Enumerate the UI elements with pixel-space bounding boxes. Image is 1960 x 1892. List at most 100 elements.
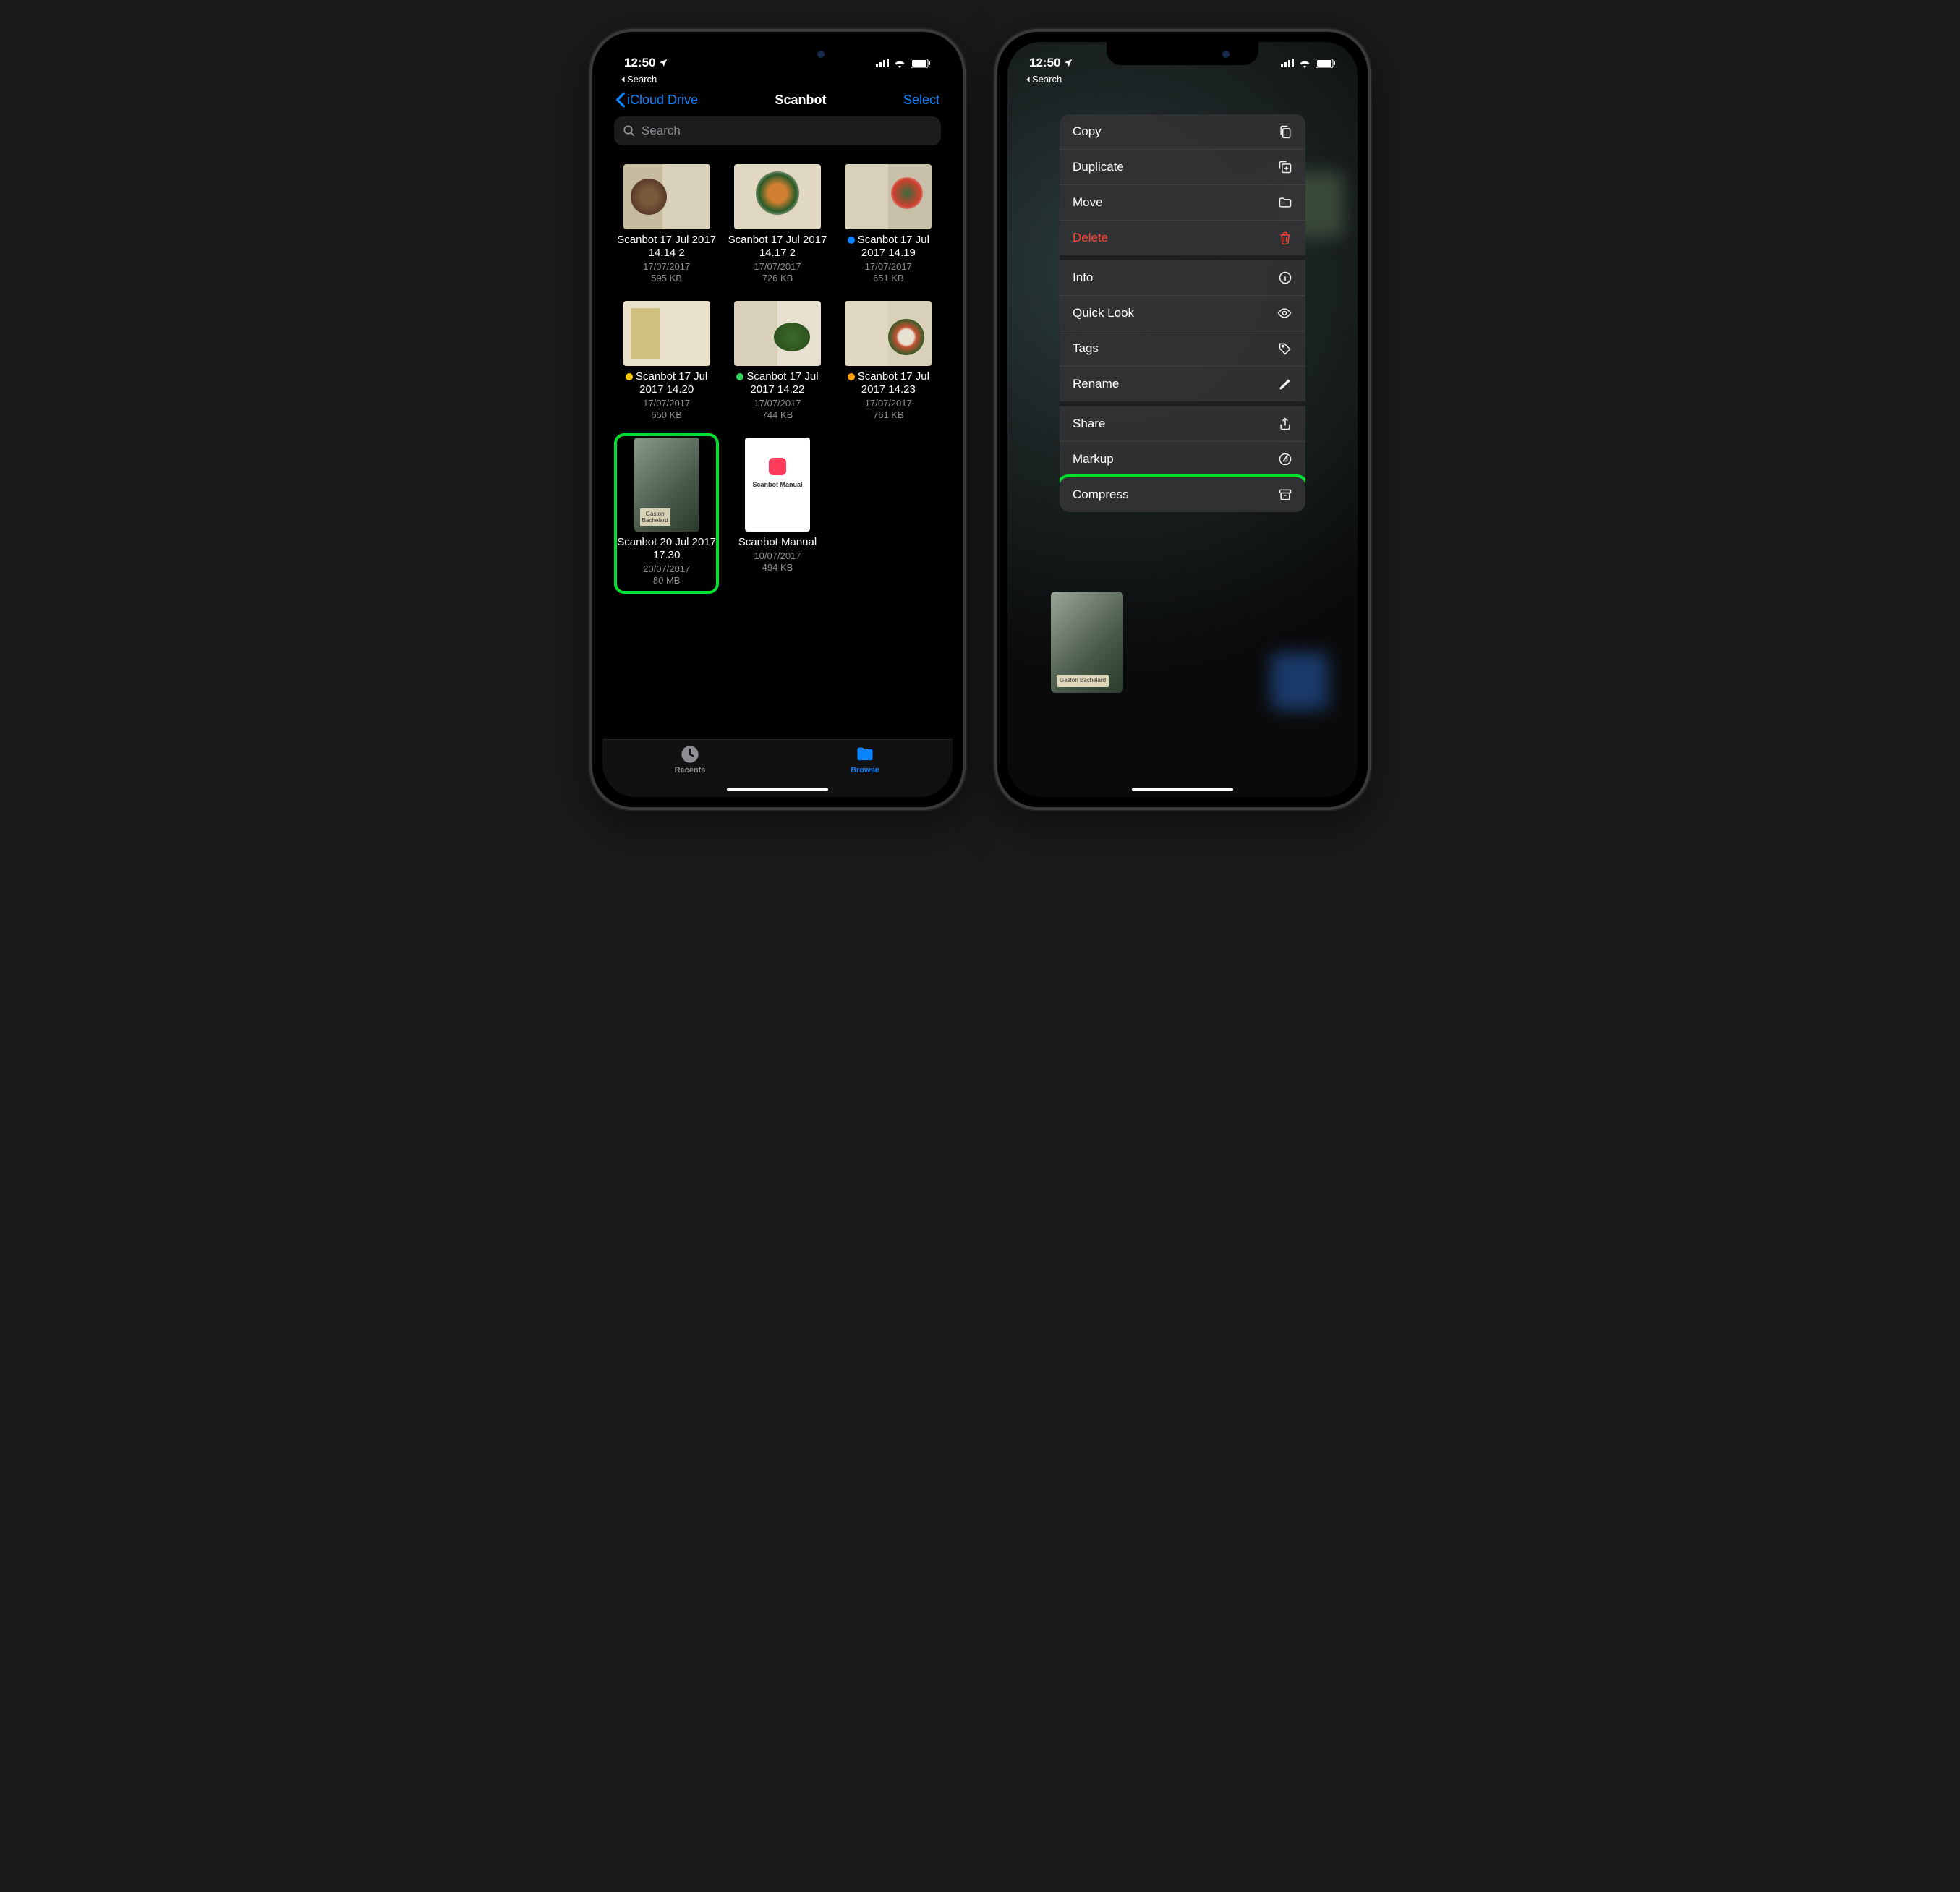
file-item[interactable]: Scanbot 17 Jul 2017 14.2017/07/2017650 K… [614, 297, 719, 427]
file-name: Scanbot 20 Jul 2017 17.30 [617, 536, 716, 562]
menu-item-compress[interactable]: Compress [1060, 477, 1305, 512]
menu-item-rename[interactable]: Rename [1060, 367, 1305, 406]
file-item[interactable]: Scanbot 20 Jul 2017 17.3020/07/201780 MB [614, 433, 719, 593]
home-indicator[interactable] [1132, 788, 1233, 791]
file-preview-thumbnail[interactable]: Gaston Bachelard [1051, 592, 1123, 693]
file-item[interactable]: Scanbot 17 Jul 2017 14.17 217/07/2017726… [725, 160, 830, 291]
duplicate-icon [1278, 160, 1292, 174]
pencil-icon [1278, 377, 1292, 391]
file-meta: 17/07/2017744 KB [754, 398, 801, 420]
location-icon [1063, 58, 1073, 68]
file-item[interactable]: Scanbot 17 Jul 2017 14.2317/07/2017761 K… [836, 297, 941, 427]
menu-item-move[interactable]: Move [1060, 185, 1305, 221]
file-thumbnail [845, 164, 932, 229]
file-meta: 17/07/2017650 KB [643, 398, 690, 420]
menu-item-label: Markup [1073, 452, 1114, 466]
folder-icon [855, 744, 875, 764]
back-to-app[interactable]: Search [1007, 74, 1358, 85]
screen: 12:50 Search iCloud Drive Scanbot Select [602, 42, 953, 797]
menu-item-label: Tags [1073, 341, 1099, 356]
back-app-label: Search [1032, 74, 1062, 85]
tag-dot-icon [848, 236, 855, 244]
search-placeholder: Search [642, 124, 681, 138]
search-input[interactable]: Search [614, 116, 941, 145]
file-name: Scanbot 17 Jul 2017 14.20 [615, 370, 717, 396]
wifi-icon [1298, 59, 1311, 68]
search-icon [623, 124, 636, 137]
menu-item-label: Info [1073, 270, 1093, 285]
nav-back[interactable]: iCloud Drive [615, 92, 698, 108]
chevron-left-icon [1025, 76, 1031, 83]
file-name: Scanbot 17 Jul 2017 14.22 [726, 370, 828, 396]
menu-item-label: Share [1073, 417, 1105, 431]
trash-icon [1278, 231, 1292, 245]
menu-item-label: Compress [1073, 487, 1128, 502]
tag-dot-icon [736, 373, 743, 380]
markup-icon [1278, 452, 1292, 466]
back-to-app[interactable]: Search [602, 74, 953, 85]
menu-item-label: Rename [1073, 377, 1119, 391]
clock-icon [680, 744, 700, 764]
file-item[interactable]: Scanbot 17 Jul 2017 14.2217/07/2017744 K… [725, 297, 830, 427]
menu-item-label: Delete [1073, 231, 1108, 245]
tab-browse-label: Browse [851, 766, 879, 775]
menu-item-markup[interactable]: Markup [1060, 442, 1305, 477]
tag-dot-icon [848, 373, 855, 380]
battery-icon [1316, 59, 1336, 68]
menu-item-info[interactable]: Info [1060, 260, 1305, 296]
menu-item-label: Copy [1073, 124, 1102, 139]
menu-item-duplicate[interactable]: Duplicate [1060, 150, 1305, 185]
menu-item-copy[interactable]: Copy [1060, 114, 1305, 150]
file-thumbnail [845, 301, 932, 366]
home-indicator[interactable] [727, 788, 828, 791]
file-thumbnail [734, 301, 821, 366]
menu-item-quick-look[interactable]: Quick Look [1060, 296, 1305, 331]
file-item[interactable]: Scanbot 17 Jul 2017 14.14 217/07/2017595… [614, 160, 719, 291]
menu-item-delete[interactable]: Delete [1060, 221, 1305, 260]
file-thumbnail [623, 164, 710, 229]
phone-frame-right: 12:50 Search Copy Duplicate Move Delete Info… [994, 29, 1371, 810]
info-icon [1278, 270, 1292, 285]
file-grid-container: Scanbot 17 Jul 2017 14.14 217/07/2017595… [602, 153, 953, 739]
notch [702, 42, 853, 65]
file-grid: Scanbot 17 Jul 2017 14.14 217/07/2017595… [614, 160, 941, 594]
file-name: Scanbot Manual [738, 536, 817, 549]
share-icon [1278, 417, 1292, 431]
nav-title: Scanbot [775, 93, 827, 108]
copy-icon [1278, 124, 1292, 139]
menu-item-share[interactable]: Share [1060, 406, 1305, 442]
cellular-icon [1281, 59, 1294, 67]
nav-back-label: iCloud Drive [627, 93, 698, 108]
file-meta: 10/07/2017494 KB [754, 550, 801, 573]
file-meta: 17/07/2017761 KB [865, 398, 912, 420]
cellular-icon [876, 59, 889, 67]
battery-icon [911, 59, 931, 68]
menu-item-tags[interactable]: Tags [1060, 331, 1305, 367]
file-thumbnail [623, 301, 710, 366]
back-app-label: Search [627, 74, 657, 85]
chevron-left-icon [620, 76, 626, 83]
nav-select[interactable]: Select [903, 93, 939, 108]
file-thumbnail [634, 438, 699, 532]
menu-item-label: Move [1073, 195, 1103, 210]
wifi-icon [893, 59, 906, 68]
file-name: Scanbot 17 Jul 2017 14.19 [838, 234, 939, 260]
file-meta: 17/07/2017726 KB [754, 261, 801, 284]
tab-recents-label: Recents [675, 766, 706, 775]
menu-item-label: Quick Look [1073, 306, 1134, 320]
notch [1107, 42, 1258, 65]
screen: 12:50 Search Copy Duplicate Move Delete Info… [1007, 42, 1358, 797]
file-thumbnail [745, 438, 810, 532]
chevron-left-icon [615, 92, 626, 108]
file-item[interactable]: Scanbot 17 Jul 2017 14.1917/07/2017651 K… [836, 160, 941, 291]
location-icon [658, 58, 668, 68]
status-time: 12:50 [624, 56, 655, 70]
archive-icon [1278, 487, 1292, 502]
status-time: 12:50 [1029, 56, 1060, 70]
file-name: Scanbot 17 Jul 2017 14.23 [838, 370, 939, 396]
file-item[interactable]: Scanbot Manual10/07/2017494 KB [725, 433, 830, 593]
context-menu: Copy Duplicate Move Delete Info Quick Look Tag… [1060, 114, 1305, 512]
file-name: Scanbot 17 Jul 2017 14.14 2 [615, 234, 717, 260]
tag-dot-icon [626, 373, 633, 380]
nav-bar: iCloud Drive Scanbot Select [602, 85, 953, 114]
